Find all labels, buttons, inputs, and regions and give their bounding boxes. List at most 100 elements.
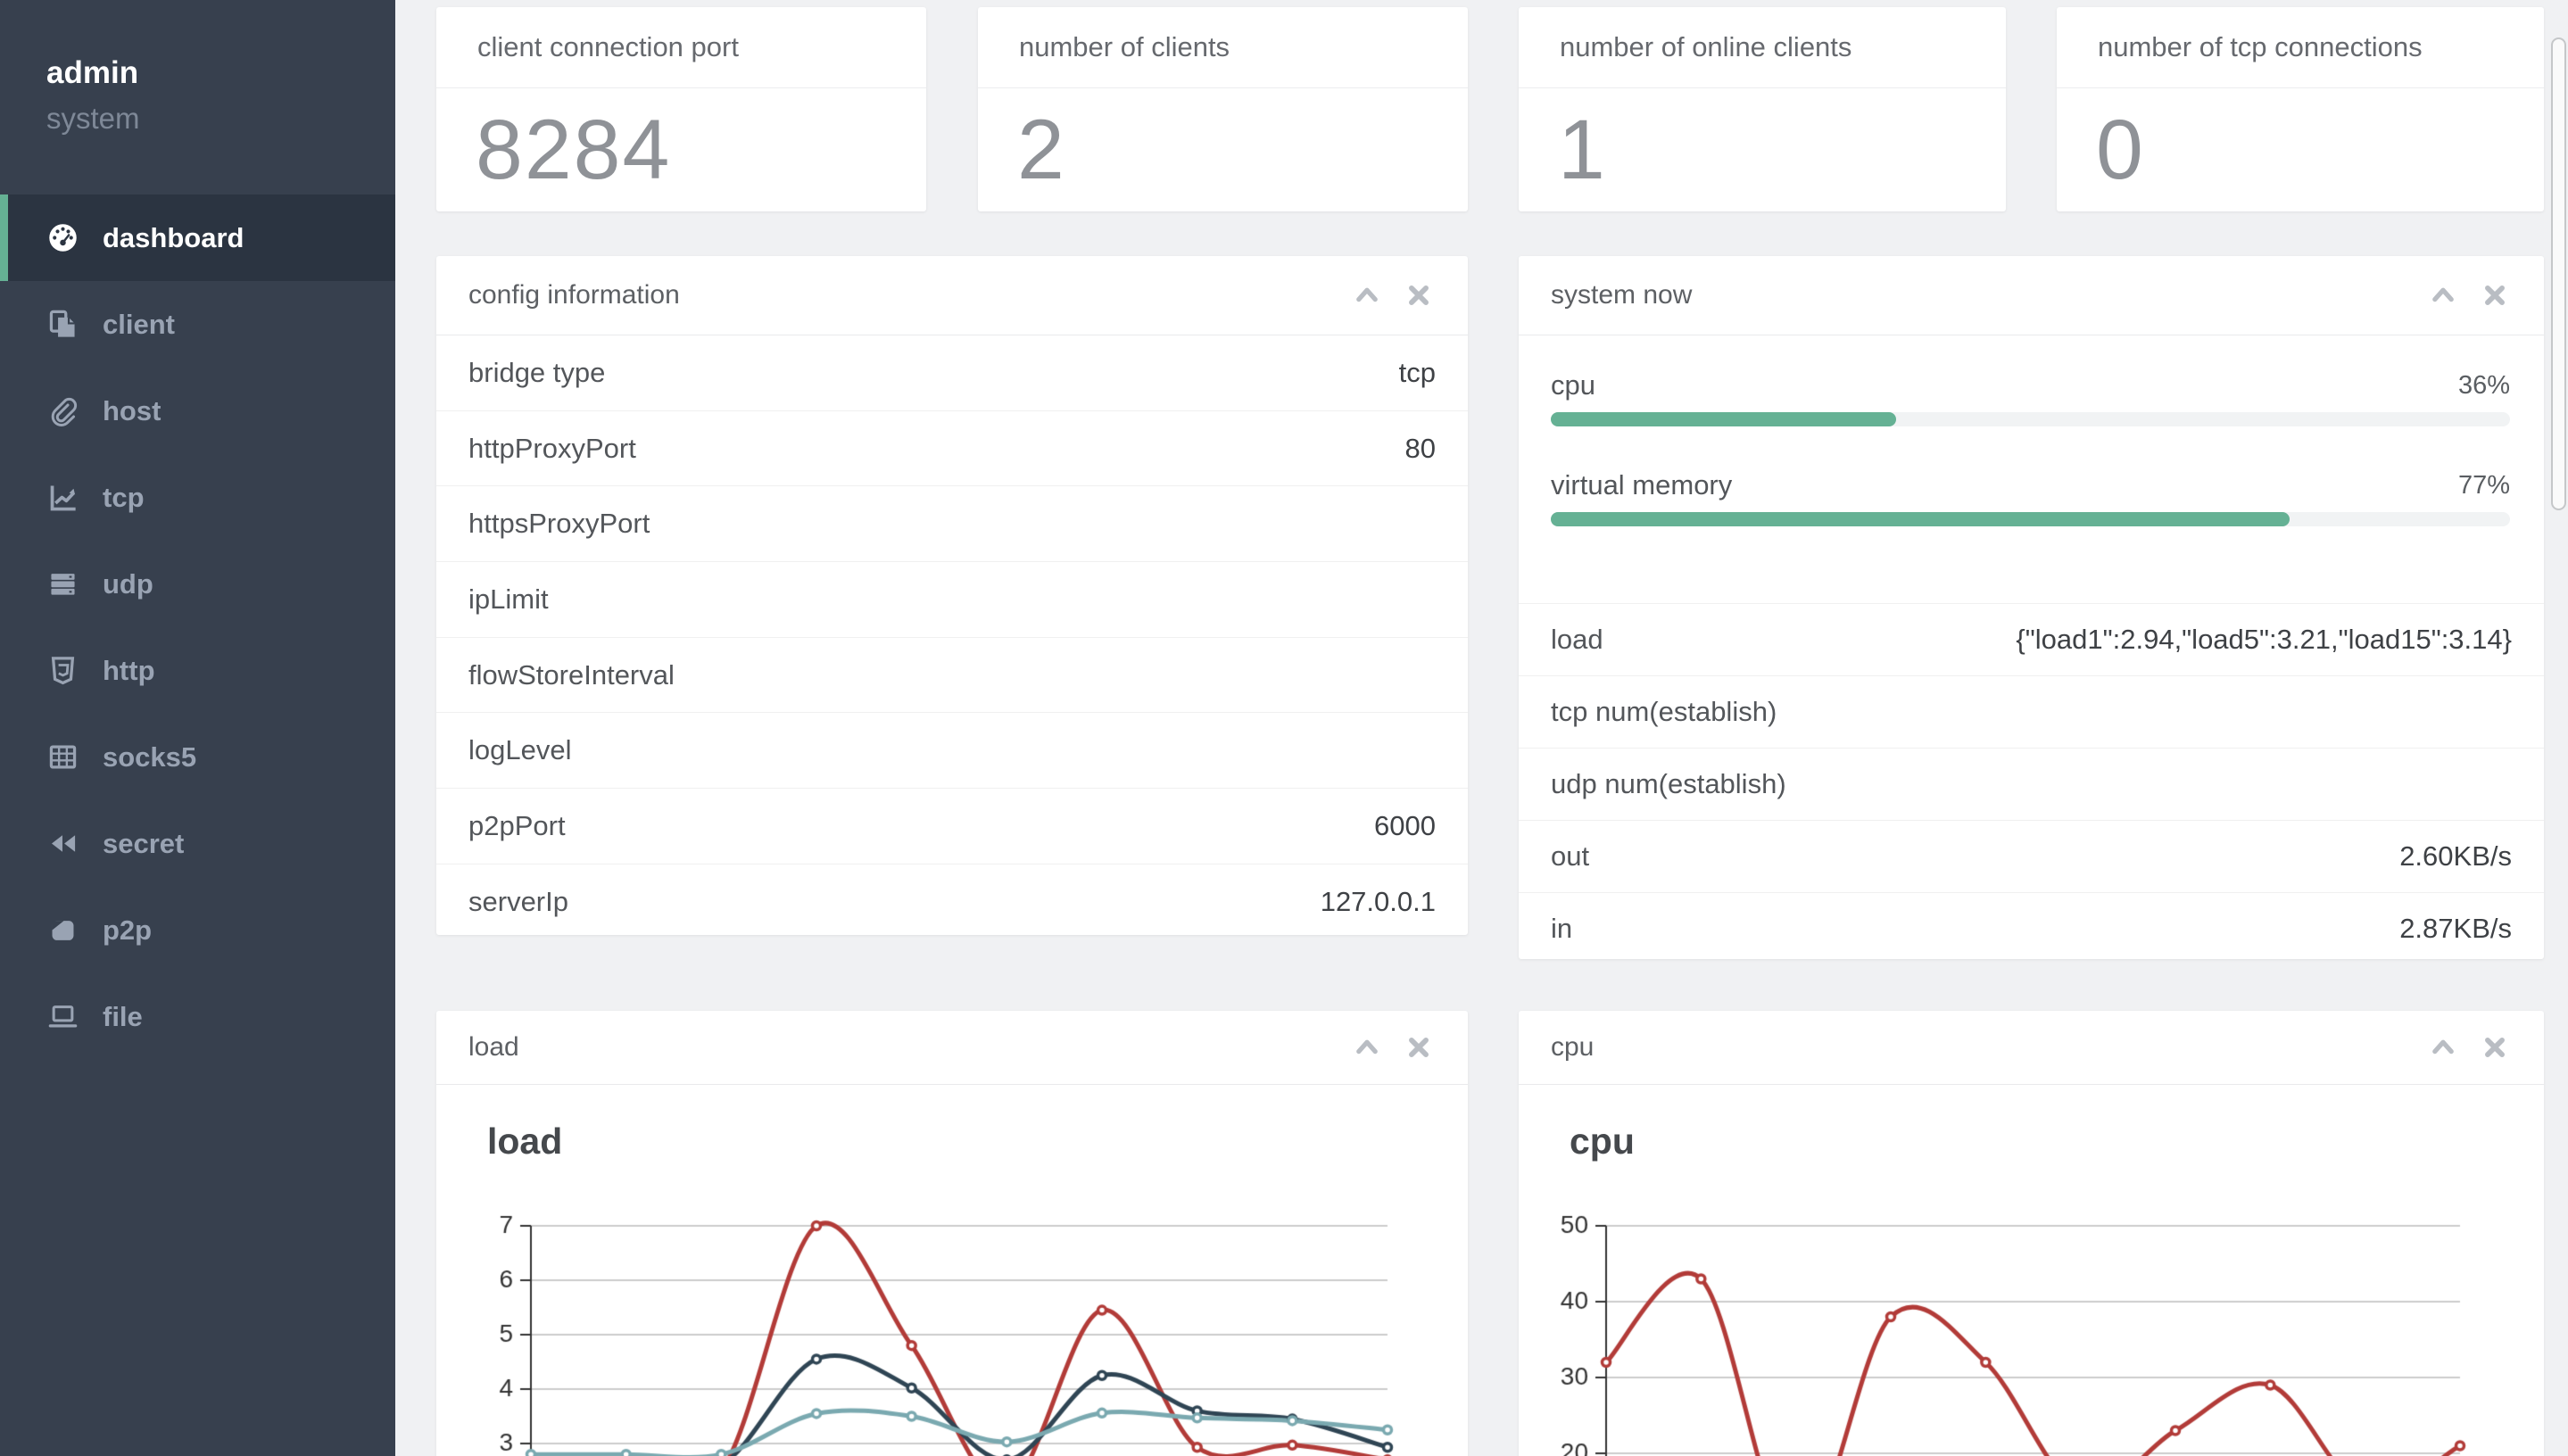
server-icon bbox=[46, 567, 79, 600]
gauge-label: virtual memory bbox=[1551, 469, 1733, 500]
gauge-percent: 77% bbox=[2457, 470, 2510, 500]
chevron-up-icon[interactable] bbox=[1354, 282, 1380, 309]
info-row-label: load bbox=[1551, 624, 1603, 655]
info-row: p2pPort 6000 bbox=[436, 789, 1468, 864]
info-row-label: p2pPort bbox=[468, 809, 566, 841]
app-window: admin system dashboard client host tcp u… bbox=[0, 0, 2568, 1456]
info-row: logLevel bbox=[436, 713, 1468, 790]
info-row: httpsProxyPort bbox=[436, 486, 1468, 563]
gauge-label: cpu bbox=[1551, 369, 1595, 401]
info-row: bridge type tcp bbox=[436, 335, 1468, 411]
copy-icon bbox=[46, 308, 79, 341]
sidebar-item-label: secret bbox=[103, 827, 185, 859]
close-icon[interactable] bbox=[1405, 1034, 1432, 1061]
info-row-label: httpProxyPort bbox=[468, 432, 636, 464]
laptop-icon bbox=[46, 1000, 79, 1033]
sidebar-item-label: host bbox=[103, 394, 162, 426]
chevron-up-icon[interactable] bbox=[2430, 1034, 2456, 1061]
sidebar-item-p2p[interactable]: p2p bbox=[0, 887, 395, 973]
info-row: serverIp 127.0.0.1 bbox=[436, 864, 1468, 939]
chart-line-icon bbox=[46, 481, 79, 514]
info-row-value: 6000 bbox=[1374, 809, 1436, 841]
flag-icon bbox=[46, 914, 79, 947]
info-row-value: 127.0.0.1 bbox=[1320, 885, 1436, 917]
sidebar-item-secret[interactable]: secret bbox=[0, 800, 395, 887]
sidebar-item-label: udp bbox=[103, 567, 153, 600]
config-rows: bridge type tcp httpProxyPort 80 httpsPr… bbox=[436, 335, 1468, 939]
info-row-value: 2.87KB/s bbox=[2399, 913, 2512, 944]
progress-bar bbox=[1551, 412, 2510, 426]
sidebar-item-http[interactable]: http bbox=[0, 627, 395, 714]
panel-title: load bbox=[468, 1032, 519, 1062]
sidebar-item-dashboard[interactable]: dashboard bbox=[0, 194, 395, 281]
stat-card-value: 2 bbox=[1017, 102, 1066, 197]
sidebar-item-file[interactable]: file bbox=[0, 973, 395, 1060]
user-role: system bbox=[46, 102, 140, 135]
info-row: in 2.87KB/s bbox=[1519, 892, 2544, 964]
gauge-percent: 36% bbox=[2457, 370, 2510, 400]
info-row-label: in bbox=[1551, 913, 1573, 944]
config-panel: config information bridge type tcp httpP… bbox=[436, 256, 1468, 935]
info-row-value: tcp bbox=[1398, 356, 1436, 388]
system-gauges: cpu 36% virtual memory 77% bbox=[1519, 335, 2544, 526]
load-chart-canvas[interactable] bbox=[436, 1085, 1468, 1456]
dashboard-gauge-icon bbox=[46, 221, 79, 254]
close-icon[interactable] bbox=[2481, 282, 2508, 309]
sidebar-item-tcp[interactable]: tcp bbox=[0, 454, 395, 541]
sidebar-item-label: p2p bbox=[103, 914, 153, 946]
info-row-label: out bbox=[1551, 840, 1590, 872]
backward-icon bbox=[46, 827, 79, 860]
cpu-chart-canvas[interactable] bbox=[1519, 1085, 2544, 1456]
scrollbar-thumb[interactable] bbox=[2551, 37, 2566, 510]
info-row: tcp num(establish) bbox=[1519, 675, 2544, 748]
paperclip-icon bbox=[46, 394, 79, 427]
stat-card: number of tcp connections 0 bbox=[2057, 7, 2544, 211]
info-row-label: serverIp bbox=[468, 885, 568, 917]
progress-fill bbox=[1551, 512, 2290, 526]
stat-cards-left: client connection port 8284 number of cl… bbox=[436, 7, 1468, 211]
info-row: load {"load1":2.94,"load5":3.21,"load15"… bbox=[1519, 603, 2544, 675]
info-row-value: 2.60KB/s bbox=[2399, 840, 2512, 872]
system-rows: load {"load1":2.94,"load5":3.21,"load15"… bbox=[1519, 603, 2544, 964]
stat-card-value: 0 bbox=[2096, 102, 2145, 197]
stat-card-title: number of clients bbox=[978, 7, 1468, 88]
sidebar-item-client[interactable]: client bbox=[0, 281, 395, 368]
chevron-up-icon[interactable] bbox=[1354, 1034, 1380, 1061]
close-icon[interactable] bbox=[2481, 1034, 2508, 1061]
sidebar-item-label: http bbox=[103, 654, 155, 686]
info-row-label: flowStoreInterval bbox=[468, 658, 675, 691]
sidebar-menu: dashboard client host tcp udp http socks… bbox=[0, 194, 395, 1060]
info-row-label: httpsProxyPort bbox=[468, 508, 650, 540]
table-icon bbox=[46, 740, 79, 774]
close-icon[interactable] bbox=[1405, 282, 1432, 309]
info-row: httpProxyPort 80 bbox=[436, 411, 1468, 487]
user-name: admin bbox=[46, 55, 139, 90]
info-row-label: bridge type bbox=[468, 356, 606, 388]
main-content: client connection port 8284 number of cl… bbox=[395, 0, 2568, 1456]
gauge-cpu: cpu 36% bbox=[1551, 366, 2510, 426]
stat-card: number of online clients 1 bbox=[1519, 7, 2006, 211]
stat-card-title: number of online clients bbox=[1519, 7, 2006, 88]
progress-bar bbox=[1551, 512, 2510, 526]
info-row-label: ipLimit bbox=[468, 583, 549, 615]
stat-card-value: 1 bbox=[1558, 102, 1607, 197]
info-row-label: logLevel bbox=[468, 734, 572, 766]
panel-title: system now bbox=[1551, 280, 1693, 310]
stat-card-title: number of tcp connections bbox=[2057, 7, 2544, 88]
sidebar: admin system dashboard client host tcp u… bbox=[0, 0, 395, 1456]
stat-card-value: 8284 bbox=[476, 102, 672, 197]
chevron-up-icon[interactable] bbox=[2430, 282, 2456, 309]
info-row-label: tcp num(establish) bbox=[1551, 696, 1777, 727]
stat-cards-right: number of online clients 1 number of tcp… bbox=[1519, 7, 2544, 211]
sidebar-item-label: file bbox=[103, 1000, 143, 1032]
gauge-virtual-memory: virtual memory 77% bbox=[1551, 466, 2510, 526]
cpu-chart-panel: cpu cpu bbox=[1519, 1011, 2544, 1456]
info-row: out 2.60KB/s bbox=[1519, 820, 2544, 892]
info-row: udp num(establish) bbox=[1519, 748, 2544, 820]
sidebar-item-label: tcp bbox=[103, 481, 145, 513]
sidebar-item-host[interactable]: host bbox=[0, 368, 395, 454]
sidebar-item-udp[interactable]: udp bbox=[0, 541, 395, 627]
info-row-value: {"load1":2.94,"load5":3.21,"load15":3.14… bbox=[2016, 624, 2512, 655]
stat-card: number of clients 2 bbox=[978, 7, 1468, 211]
sidebar-item-socks5[interactable]: socks5 bbox=[0, 714, 395, 800]
